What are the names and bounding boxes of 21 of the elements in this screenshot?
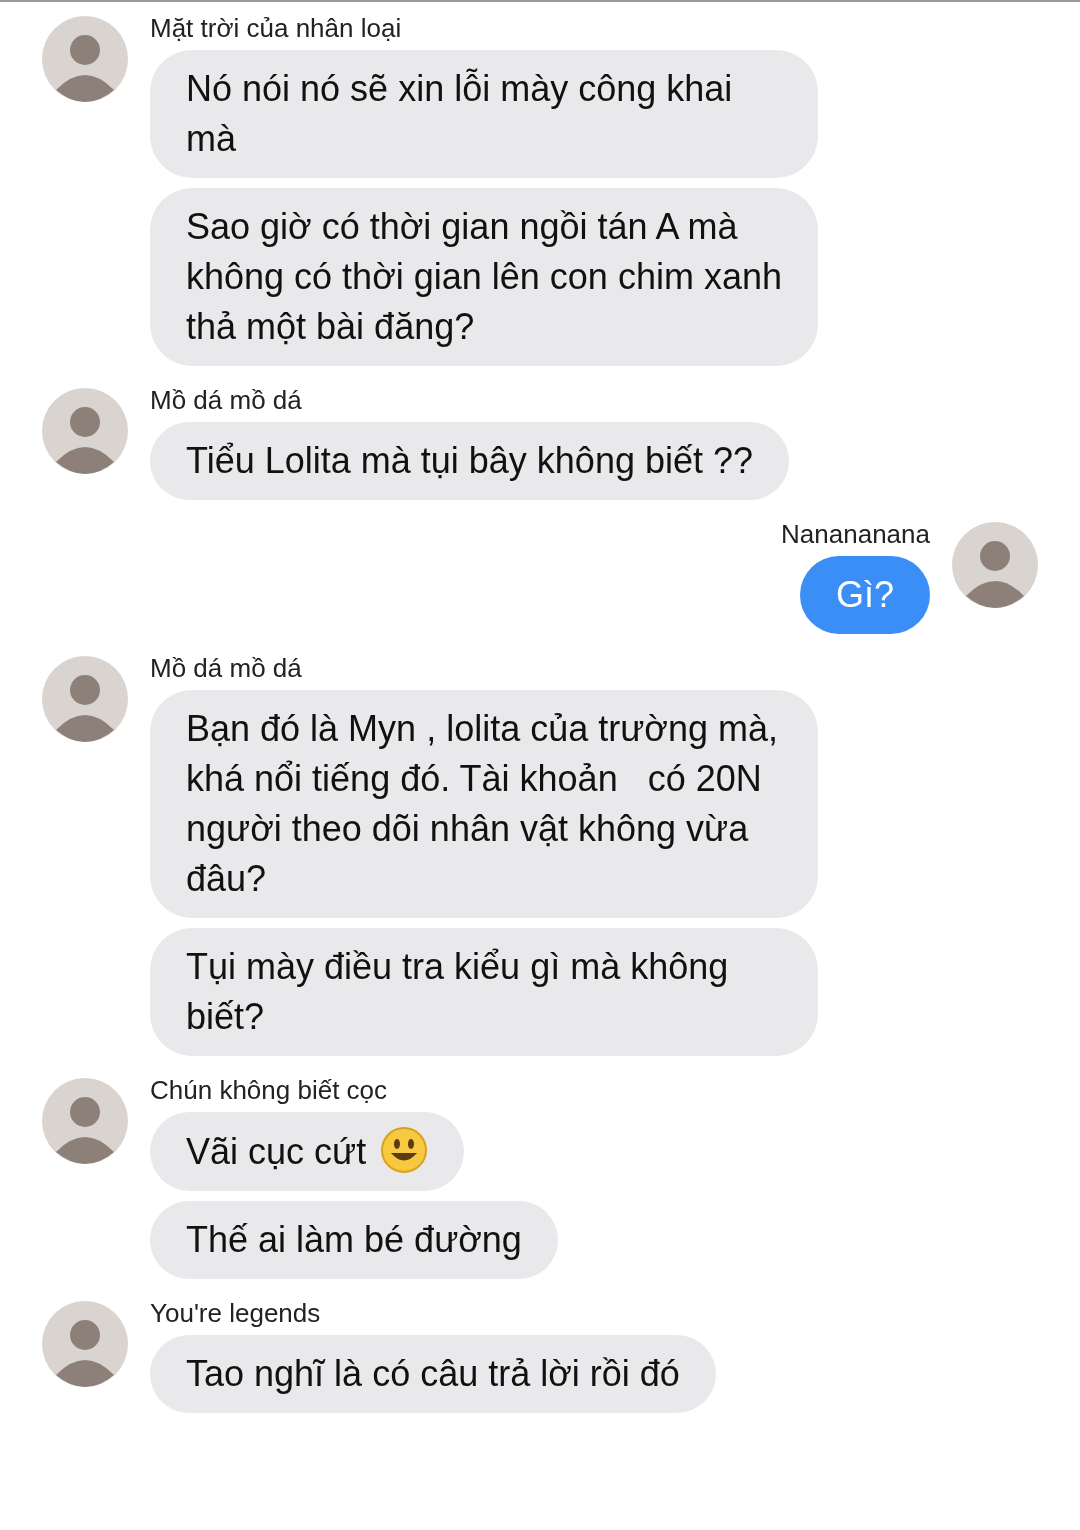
- message-bubble: Sao giờ có thời gian ngồi tán A mà không có thời gian lên con chim xanh thả một bài đăng?: [150, 188, 818, 366]
- sender-name: Nanananana: [781, 518, 930, 550]
- message-bubble: Gì?: [799, 556, 930, 634]
- message-bubble: Tao nghĩ là có câu trả lời rồi đó: [150, 1335, 716, 1413]
- message-bubble: Thế ai làm bé đường: [150, 1201, 558, 1279]
- avatar-icon: [952, 522, 1038, 608]
- sender-name: Mặt trời của nhân loại: [150, 12, 402, 44]
- sender-name: Mồ dá mồ dá: [150, 384, 302, 416]
- avatar-icon: [42, 16, 128, 102]
- sender-name: Mồ dá mồ dá: [150, 652, 302, 684]
- avatar-icon: [42, 656, 128, 742]
- message-bubble: Nó nói nó sẽ xin lỗi mày công khai mà: [150, 50, 818, 178]
- sender-name: You're legends: [150, 1297, 321, 1329]
- message-bubble: Bạn đó là Myn , lolita của trường mà, khá nổi tiếng đó. Tài khoản có 20N người theo dõi nhân vật không vừa đâu?: [150, 690, 818, 918]
- avatar-icon: [42, 1301, 128, 1387]
- message-bubble: Tụi mày điều tra kiểu gì mà không biết?: [150, 928, 818, 1056]
- message-bubble: Vãi cục cứt: [150, 1112, 465, 1191]
- avatar-icon: [42, 1078, 128, 1164]
- sender-name: Chún không biết cọc: [150, 1074, 388, 1106]
- message-bubble: Tiểu Lolita mà tụi bây không biết ??: [150, 422, 790, 500]
- avatar-icon: [42, 388, 128, 474]
